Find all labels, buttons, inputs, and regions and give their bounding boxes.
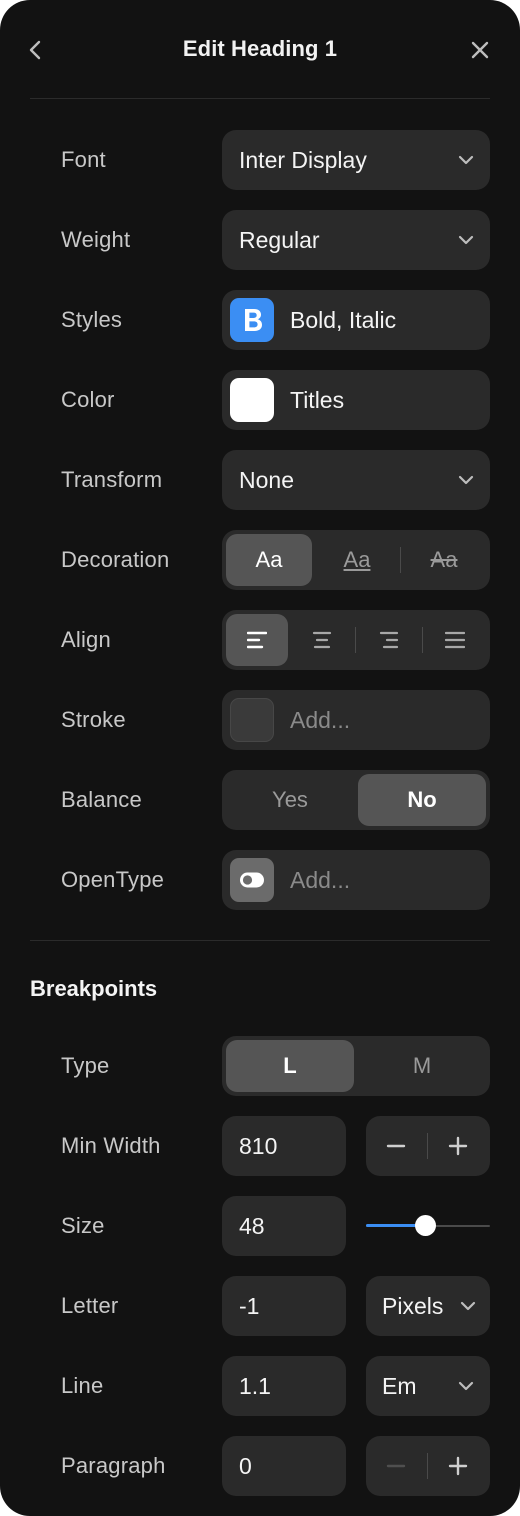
paragraph-label: Paragraph: [61, 1453, 166, 1478]
color-swatch: [230, 378, 274, 422]
min-width-input[interactable]: 810: [222, 1116, 346, 1176]
font-value: Inter Display: [239, 147, 367, 173]
paragraph-value: 0: [239, 1453, 252, 1479]
color-value: Titles: [290, 387, 345, 413]
weight-label: Weight: [61, 227, 131, 252]
align-control: [222, 610, 490, 670]
chevron-down-icon: [458, 155, 474, 165]
balance-label: Balance: [61, 787, 142, 812]
plus-icon: [448, 1456, 468, 1476]
panel-title: Edit Heading 1: [182, 36, 338, 61]
transform-select[interactable]: None: [222, 450, 490, 510]
weight-value: Regular: [239, 227, 320, 253]
edit-heading-panel: Edit Heading 1 Font Inter Display Weight…: [0, 0, 520, 1516]
toggle-icon: [230, 858, 274, 902]
stroke-label: Stroke: [61, 707, 126, 732]
chevron-down-icon: [458, 235, 474, 245]
decrement-button[interactable]: [366, 1436, 426, 1496]
balance-no-option[interactable]: No: [358, 774, 486, 826]
paragraph-stepper: [366, 1436, 490, 1496]
balance-yes-label: Yes: [272, 787, 308, 812]
min-width-label: Min Width: [61, 1133, 161, 1158]
transform-value: None: [239, 467, 294, 493]
opentype-label: OpenType: [61, 867, 165, 892]
letter-unit-value: Pixels: [382, 1293, 444, 1319]
balance-toggle: Yes No: [222, 770, 490, 830]
letter-input[interactable]: -1: [222, 1276, 346, 1336]
styles-field[interactable]: Bold, Italic: [222, 290, 490, 350]
line-value: 1.1: [239, 1373, 271, 1399]
type-m-option[interactable]: M: [358, 1040, 486, 1092]
font-label: Font: [61, 147, 106, 172]
font-select[interactable]: Inter Display: [222, 130, 490, 190]
decoration-none-option[interactable]: Aa: [226, 534, 312, 586]
decrement-button[interactable]: [366, 1116, 426, 1176]
increment-button[interactable]: [428, 1436, 488, 1496]
styles-label: Styles: [61, 307, 123, 332]
stroke-field[interactable]: Add...: [222, 690, 490, 750]
align-center-icon: [312, 631, 332, 649]
stroke-swatch: [230, 698, 274, 742]
align-left-icon: [247, 631, 267, 649]
header-divider: [30, 98, 490, 99]
transform-label: Transform: [61, 467, 163, 492]
section-divider: [30, 940, 490, 941]
line-unit-select[interactable]: Em: [366, 1356, 490, 1416]
align-left-option[interactable]: [226, 614, 288, 666]
type-l-label: L: [283, 1053, 297, 1078]
panel-header: Edit Heading 1: [0, 0, 520, 100]
minus-icon: [386, 1464, 406, 1468]
size-slider[interactable]: [366, 1206, 490, 1246]
increment-button[interactable]: [428, 1116, 488, 1176]
paragraph-input[interactable]: 0: [222, 1436, 346, 1496]
type-label: Type: [61, 1053, 110, 1078]
line-label: Line: [61, 1373, 104, 1398]
decoration-strikethrough-option[interactable]: Aa: [401, 534, 487, 586]
decoration-control: Aa Aa Aa: [222, 530, 490, 590]
align-right-option[interactable]: [356, 614, 422, 666]
min-width-stepper: [366, 1116, 490, 1176]
type-m-label: M: [412, 1053, 432, 1078]
align-label: Align: [61, 627, 111, 652]
chevron-down-icon: [458, 475, 474, 485]
line-input[interactable]: 1.1: [222, 1356, 346, 1416]
size-label: Size: [61, 1213, 105, 1238]
size-input[interactable]: 48: [222, 1196, 346, 1256]
align-justify-icon: [445, 631, 465, 649]
decoration-none-label: Aa: [255, 547, 283, 572]
bold-icon: [230, 298, 274, 342]
breakpoints-title: Breakpoints: [30, 976, 158, 1001]
breakpoint-type-toggle: L M: [222, 1036, 490, 1096]
letter-label: Letter: [61, 1293, 119, 1318]
close-button[interactable]: [466, 36, 494, 64]
decoration-label: Decoration: [61, 547, 170, 572]
align-right-icon: [379, 631, 399, 649]
letter-unit-select[interactable]: Pixels: [366, 1276, 490, 1336]
weight-select[interactable]: Regular: [222, 210, 490, 270]
line-unit-value: Em: [382, 1373, 417, 1399]
type-l-option[interactable]: L: [226, 1040, 354, 1092]
min-width-value: 810: [239, 1133, 278, 1159]
stroke-placeholder: Add...: [290, 707, 351, 733]
styles-value: Bold, Italic: [290, 307, 397, 333]
balance-no-label: No: [407, 787, 437, 812]
opentype-placeholder: Add...: [290, 867, 351, 893]
color-field[interactable]: Titles: [222, 370, 490, 430]
chevron-down-icon: [458, 1381, 474, 1391]
chevron-down-icon: [460, 1301, 476, 1311]
size-value: 48: [239, 1213, 265, 1239]
color-label: Color: [61, 387, 115, 412]
plus-icon: [448, 1136, 468, 1156]
align-justify-option[interactable]: [423, 614, 487, 666]
close-icon: [471, 41, 489, 59]
opentype-field[interactable]: Add...: [222, 850, 490, 910]
letter-value: -1: [239, 1293, 260, 1319]
slider-thumb[interactable]: [415, 1215, 437, 1236]
align-center-option[interactable]: [290, 614, 354, 666]
balance-yes-option[interactable]: Yes: [226, 774, 354, 826]
decoration-underline-option[interactable]: Aa: [314, 534, 400, 586]
decoration-underline-label: Aa: [343, 547, 371, 572]
minus-icon: [386, 1144, 406, 1148]
decoration-strikethrough-label: Aa: [430, 547, 458, 572]
